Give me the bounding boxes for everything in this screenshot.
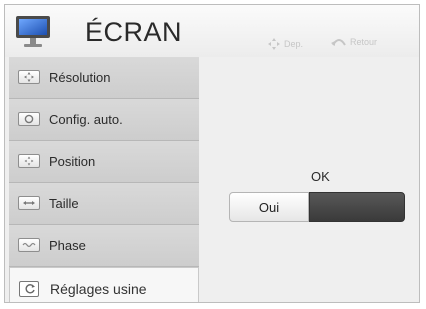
page-title: ÉCRAN: [85, 17, 183, 47]
content-panel: OK Oui: [199, 57, 419, 302]
auto-config-icon: [18, 112, 40, 126]
size-icon: [18, 196, 40, 210]
menu-item-label: Réglages usine: [50, 281, 147, 297]
menu-item-label: Phase: [49, 238, 86, 253]
side-menu: Résolution Config. auto. Position Taille…: [9, 57, 199, 302]
yes-button[interactable]: Oui: [229, 192, 309, 222]
move-arrows-icon: [268, 38, 280, 50]
menu-item-resolution[interactable]: Résolution: [9, 57, 199, 99]
monitor-icon: [16, 16, 50, 47]
menu-item-size[interactable]: Taille: [9, 183, 199, 225]
menu-item-label: Résolution: [49, 70, 111, 85]
osd-window: ÉCRAN Dep. Retour Résolution Config. aut…: [4, 4, 420, 303]
hint-return: Retour: [331, 37, 377, 47]
return-arrow-icon: [331, 39, 346, 46]
hint-move-label: Dep.: [284, 39, 304, 49]
menu-item-label: Taille: [49, 196, 79, 211]
confirm-prompt: OK: [311, 169, 330, 184]
phase-icon: [18, 238, 40, 252]
resolution-icon: [18, 70, 40, 84]
menu-item-phase[interactable]: Phase: [9, 225, 199, 267]
hint-move: Dep.: [267, 37, 303, 51]
no-button[interactable]: [309, 192, 405, 222]
factory-reset-icon: [19, 281, 39, 297]
menu-item-label: Config. auto.: [49, 112, 123, 127]
hint-return-label: Retour: [350, 37, 378, 47]
menu-item-factory-reset[interactable]: Réglages usine: [9, 267, 199, 302]
menu-item-position[interactable]: Position: [9, 141, 199, 183]
header-bar: ÉCRAN Dep. Retour: [5, 5, 419, 57]
menu-item-label: Position: [49, 154, 96, 169]
menu-item-auto-config[interactable]: Config. auto.: [9, 99, 199, 141]
position-icon: [18, 154, 40, 168]
